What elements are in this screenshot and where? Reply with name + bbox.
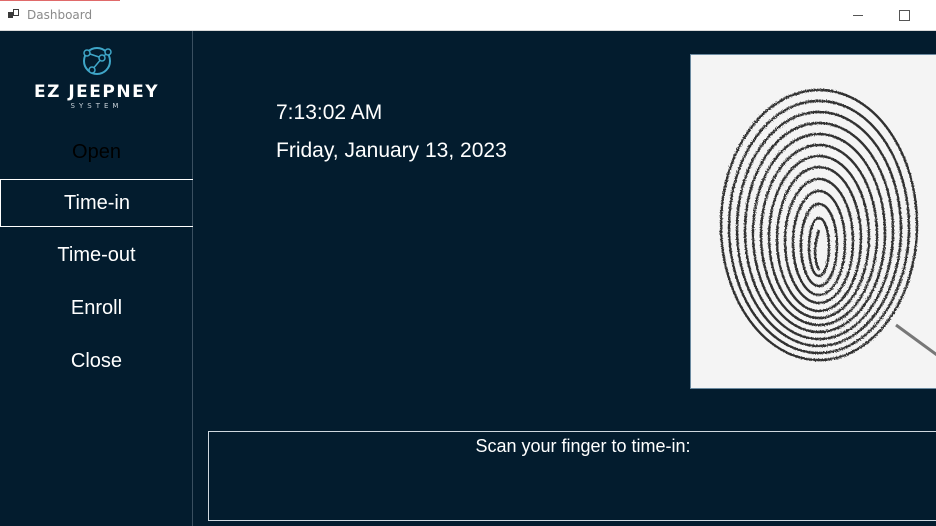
maximize-icon bbox=[898, 9, 910, 21]
minimize-button[interactable] bbox=[835, 0, 881, 30]
scan-instruction-box: Scan your finger to time-in: bbox=[208, 431, 936, 521]
logo-subtitle: SYSTEM bbox=[70, 102, 123, 110]
nav-time-in-button[interactable]: Time-in bbox=[0, 179, 193, 227]
titlebar-accent bbox=[0, 0, 120, 1]
window-title: Dashboard bbox=[27, 8, 93, 22]
fingerprint-icon bbox=[691, 55, 936, 388]
fingerprint-preview bbox=[690, 54, 936, 389]
maximize-button[interactable] bbox=[881, 0, 927, 30]
nav-enroll-button[interactable]: Enroll bbox=[0, 284, 193, 332]
logo-name: EZ JEEPNEY bbox=[33, 82, 160, 102]
app-logo: EZ JEEPNEY SYSTEM bbox=[0, 43, 193, 115]
minimize-icon bbox=[853, 14, 863, 16]
network-globe-icon bbox=[82, 47, 112, 75]
nav-time-out-button[interactable]: Time-out bbox=[0, 231, 193, 279]
nav-open-button[interactable]: Open bbox=[0, 128, 193, 176]
nav-time-out-label: Time-out bbox=[57, 243, 136, 266]
app-icon bbox=[8, 9, 19, 18]
scan-instruction: Scan your finger to time-in: bbox=[475, 436, 691, 456]
nav-open-label: Open bbox=[72, 140, 121, 163]
nav-close-button[interactable]: Close bbox=[0, 337, 193, 385]
nav-close-label: Close bbox=[70, 349, 123, 372]
current-time: 7:13:02 AM bbox=[276, 101, 383, 124]
sidebar: EZ JEEPNEY SYSTEM Open Time-in Time-out … bbox=[0, 31, 193, 526]
nav-time-in-label: Time-in bbox=[64, 191, 130, 214]
nav-enroll-label: Enroll bbox=[70, 296, 123, 319]
current-date: Friday, January 13, 2023 bbox=[276, 139, 507, 162]
window-titlebar: Dashboard bbox=[0, 0, 936, 31]
